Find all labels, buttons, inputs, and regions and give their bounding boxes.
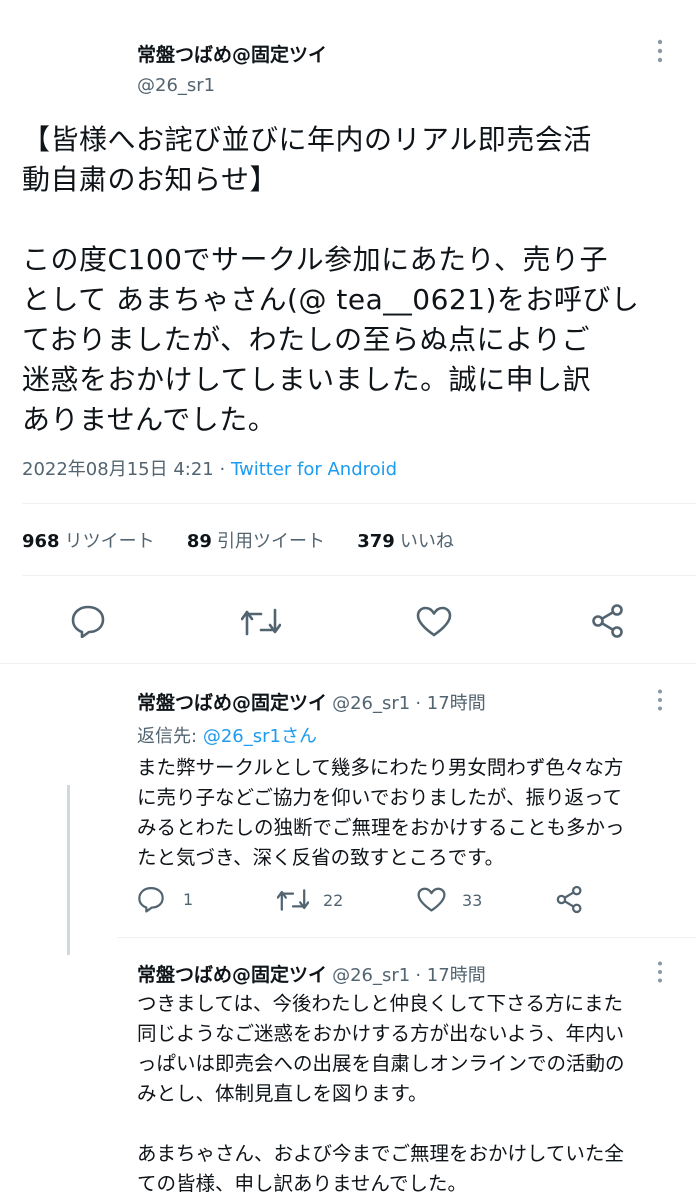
meta-separator: · (219, 459, 226, 480)
replying-to-prefix: 返信先: (137, 726, 198, 747)
reply-icon[interactable] (137, 885, 165, 913)
reply-text: つきましては、今後わたしと仲良くして下さる方にまた 同じようなご迷惑をおかけする… (137, 992, 625, 1195)
thread-connector-line (67, 785, 70, 955)
more-options-icon[interactable] (655, 38, 665, 64)
divider (0, 663, 696, 664)
reply-author-handle[interactable]: @26_sr1 (332, 965, 410, 986)
reply-action-like[interactable]: 33 (417, 887, 482, 913)
tweet-stats: 968 リツイート 89 引用ツイート 379 いいね (22, 527, 454, 553)
like-label: いいね (399, 531, 454, 552)
retweet-stat[interactable]: 968 リツイート (22, 531, 155, 552)
reply-action-retweet[interactable]: 22 (277, 887, 343, 913)
replying-to: 返信先: @26_sr1さん (137, 722, 317, 748)
quote-label: 引用ツイート (217, 531, 326, 552)
reply-header: 常盤つばめ@固定ツイ @26_sr1 · 17時間 (137, 960, 486, 987)
retweet-icon[interactable] (277, 887, 309, 913)
more-options-icon[interactable] (655, 960, 665, 984)
like-count: 379 (357, 531, 395, 552)
retweet-count: 968 (22, 531, 60, 552)
tweet-source-link[interactable]: Twitter for Android (231, 459, 397, 480)
like-icon[interactable] (417, 887, 446, 913)
replying-to-handle[interactable]: @26_sr1さん (203, 726, 317, 747)
tweet-metadata: 2022年08月15日 4:21 · Twitter for Android (22, 455, 397, 481)
more-options-icon[interactable] (655, 688, 665, 712)
tweet-timestamp[interactable]: 2022年08月15日 4:21 (22, 459, 214, 480)
reply-header: 常盤つばめ@固定ツイ @26_sr1 · 17時間 (137, 688, 486, 715)
tweet-text: 【皆様へお詫び並びに年内のリアル即売会活 動自粛のお知らせ】 この度C100でサ… (22, 123, 640, 436)
reply-count: 1 (183, 889, 194, 909)
quote-count: 89 (186, 531, 212, 552)
reply-icon[interactable] (70, 604, 106, 638)
retweet-count: 22 (323, 890, 344, 910)
quote-stat[interactable]: 89 引用ツイート (186, 531, 326, 552)
share-icon[interactable] (590, 603, 626, 639)
author-display-name[interactable]: 常盤つばめ@固定ツイ (137, 40, 327, 67)
divider (22, 575, 696, 576)
like-icon[interactable] (416, 606, 452, 638)
reply-action-reply[interactable]: 1 (137, 885, 193, 913)
retweet-icon[interactable] (241, 606, 281, 638)
share-icon[interactable] (555, 885, 584, 914)
divider (117, 937, 696, 938)
reply-text: また弊サークルとして幾多にわたり男女問わず色々な方 に売り子などご協力を仰いでお… (137, 756, 625, 869)
divider (22, 503, 696, 504)
like-count: 33 (462, 890, 483, 910)
author-handle[interactable]: @26_sr1 (137, 75, 215, 96)
reply-author-name[interactable]: 常盤つばめ@固定ツイ (137, 964, 327, 986)
reply-author-handle[interactable]: @26_sr1 (332, 693, 410, 714)
reply-time[interactable]: · 17時間 (415, 693, 485, 714)
like-stat[interactable]: 379 いいね (357, 531, 454, 552)
reply-author-name[interactable]: 常盤つばめ@固定ツイ (137, 692, 327, 714)
retweet-label: リツイート (64, 531, 155, 552)
reply-time[interactable]: · 17時間 (415, 965, 485, 986)
